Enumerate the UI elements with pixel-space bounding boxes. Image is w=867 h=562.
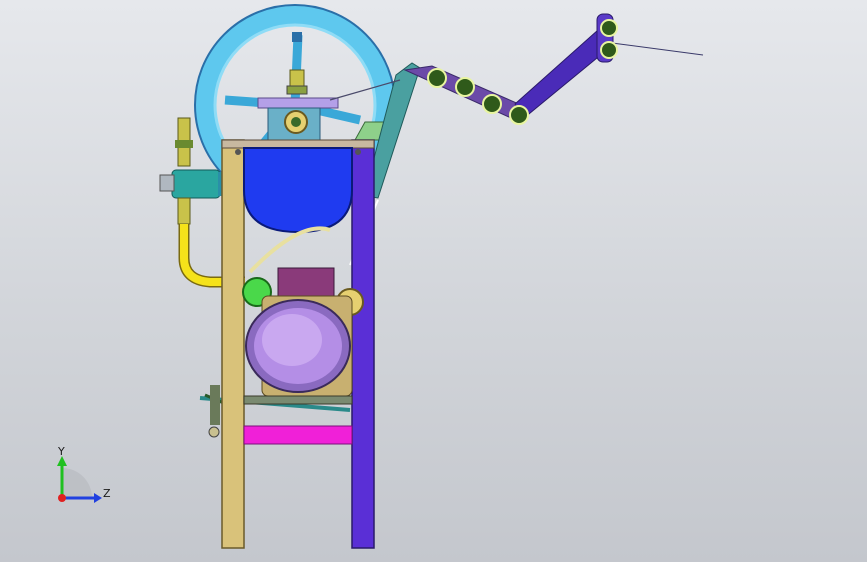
feed-rollers	[427, 19, 618, 125]
drive-belt	[248, 226, 331, 274]
axis-z-label: Z	[103, 487, 111, 500]
cross-beam	[243, 425, 353, 445]
frame-left-leg	[221, 139, 245, 549]
hub-assembly	[267, 107, 321, 141]
hub-bolt	[257, 69, 339, 109]
cad-viewport[interactable]: Y Z	[0, 0, 867, 562]
cad-model-scene: Y Z	[57, 4, 704, 549]
frame-right-leg	[351, 139, 375, 549]
frame-top-beam	[221, 139, 375, 149]
coordinate-triad: Y Z	[57, 445, 111, 503]
hopper-bowl	[243, 147, 353, 234]
motor-base	[243, 395, 353, 405]
feed-arm	[403, 13, 704, 123]
axis-y-label: Y	[57, 445, 65, 458]
